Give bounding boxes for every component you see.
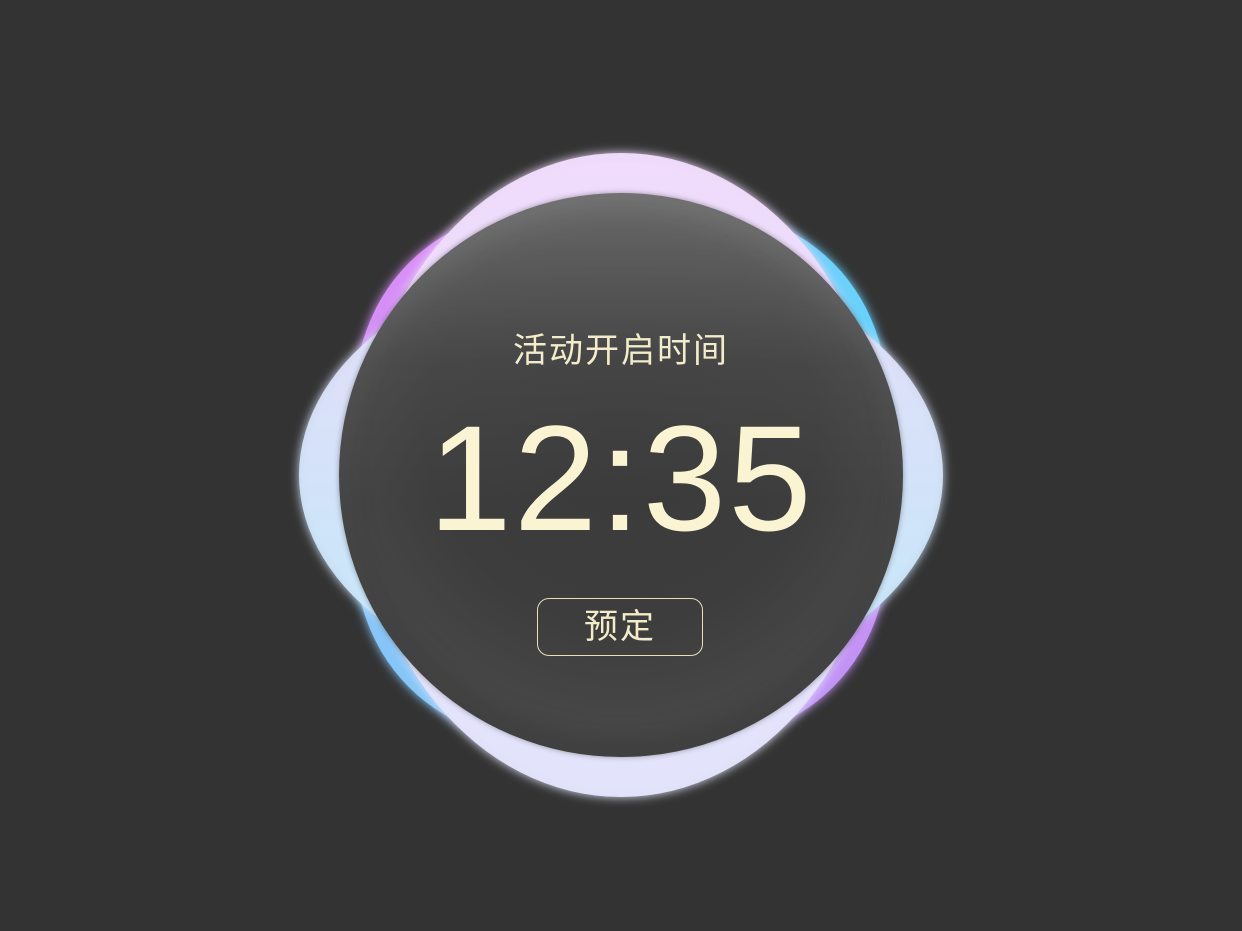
reserve-button[interactable]: 预定: [537, 598, 703, 656]
event-time-display: 12:35: [428, 394, 814, 562]
countdown-dial: 活动开启时间 12:35 预定: [339, 193, 903, 757]
event-start-time-label: 活动开启时间: [513, 331, 729, 371]
countdown-stage: 活动开启时间 12:35 预定: [0, 0, 1242, 931]
